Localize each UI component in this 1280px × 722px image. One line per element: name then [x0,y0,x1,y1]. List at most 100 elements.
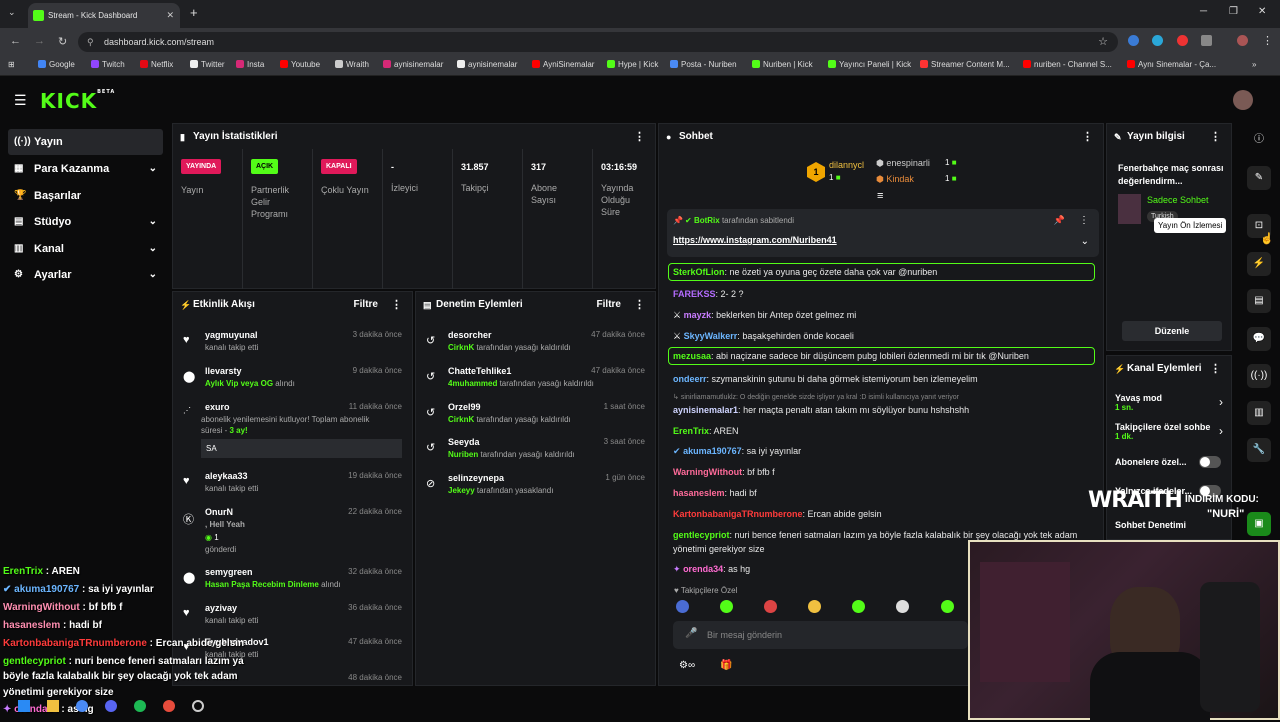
chat-user[interactable]: mayzk [684,310,712,320]
activity-user[interactable]: ayzivay [205,603,237,613]
bookmark[interactable]: Twitch [91,60,125,69]
lightning-icon[interactable]: ⚡ [1247,252,1271,276]
chat-input[interactable]: 🎤 Bir mesaj gönderin [673,621,968,649]
top-gifter-name[interactable]: enespinarli [886,158,930,168]
slow-mode-item[interactable]: Yavaş mod 1 sn. [1115,393,1162,412]
more-options-icon[interactable]: ⋮ [391,292,402,318]
expand-leaderboard-icon[interactable]: ≡ [877,190,883,202]
extension-icon[interactable] [1152,35,1163,46]
tab-list-icon[interactable]: ⌄ [8,7,16,18]
sidebar-item-basarilar[interactable]: 🏆 Başarılar [8,183,163,209]
chat-user[interactable]: ErenTrix [673,426,709,436]
emote-icon[interactable] [941,600,954,613]
moderator-name[interactable]: Nuriben [448,450,478,459]
maximize-icon[interactable]: ❐ [1229,6,1238,17]
extension-icon[interactable] [1128,35,1139,46]
chat-user[interactable]: orenda34 [683,564,723,574]
followers-only-item[interactable]: Takipçilere özel sohbe 1 dk. [1115,422,1210,441]
broadcast-icon[interactable]: ((·)) [1247,364,1271,388]
activity-user[interactable]: llevarsty [205,366,242,376]
activity-user[interactable]: exuro [205,402,230,412]
browser-tab[interactable]: Stream - Kick Dashboard ✕ [28,3,180,28]
chat-moderation-item[interactable]: Sohbet Denetimi [1115,520,1186,530]
more-options-icon[interactable]: ⋮ [1082,124,1093,150]
bookmark[interactable]: Netflix [140,60,173,69]
bookmark[interactable]: aynisinemalar [383,60,443,69]
chat-user[interactable]: KartonbabanigaTRnumberone [673,509,803,519]
chat-user[interactable]: WarningWithout [673,467,742,477]
filter-button[interactable]: Filtre [597,292,621,318]
spotify-icon[interactable] [134,700,146,712]
emote-icon[interactable] [808,600,821,613]
bookmark[interactable]: Hype | Kick [607,60,658,69]
app-icon[interactable] [163,700,175,712]
moderation-user[interactable]: desorcher [448,330,492,340]
apps-grid-icon[interactable]: ⊞ [8,60,15,69]
layout-icon[interactable]: ▥ [1247,401,1271,425]
edit-button[interactable]: Düzenle [1122,321,1222,341]
kick-logo[interactable]: KICKBETA [40,89,115,113]
chat-user[interactable]: hasaneslem [673,488,725,498]
bookmark[interactable]: nuriben - Channel S... [1023,60,1112,69]
bookmark[interactable]: Streamer Content M... [920,60,1010,69]
chat-user[interactable]: ondeerr [673,374,707,384]
sidebar-item-studyo[interactable]: ▤ Stüdyo ⌄ [8,209,163,235]
kick-app-icon[interactable]: ▣ [1247,512,1271,536]
close-window-icon[interactable]: ✕ [1258,6,1266,17]
top-gifter-name[interactable]: Kindak [886,174,914,184]
new-tab-icon[interactable]: + [190,5,198,20]
bookmark[interactable]: Yayıncı Paneli | Kick [828,60,911,69]
emote-icon[interactable] [852,600,865,613]
activity-user[interactable]: semygreen [205,567,253,577]
back-icon[interactable]: ← [10,35,21,47]
profile-avatar[interactable] [1237,35,1248,46]
chat-user[interactable]: gentlecypriot [673,530,730,540]
moderator-name[interactable]: CirknK [448,415,474,424]
more-options-icon[interactable]: ⋮ [1210,356,1221,382]
gift-box-icon[interactable]: 🎁 [720,660,732,671]
top-gifter-name[interactable]: dilannycl [829,160,864,170]
sidebar-item-yayin[interactable]: ((·)) Yayın [8,129,163,155]
pinned-link[interactable]: https://www.instagram.com/Nuriben41 [673,235,837,245]
sidebar-item-kanal[interactable]: ▥ Kanal ⌄ [8,236,163,262]
extensions-puzzle-icon[interactable] [1201,35,1212,46]
bookmark[interactable]: Wraith [335,60,369,69]
pencil-icon[interactable]: ✎ [1247,166,1271,190]
subscribers-only-toggle[interactable] [1199,456,1221,468]
moderator-name[interactable]: 4muhammed [448,379,497,388]
extension-icon[interactable] [1177,35,1188,46]
unpin-icon[interactable]: 📌 [1054,215,1065,226]
chat-user[interactable]: mezusaa [673,351,711,361]
more-options-icon[interactable]: ⋮ [1079,215,1089,226]
bookmark[interactable]: Posta - Nuriben [670,60,737,69]
moderator-name[interactable]: CirknK [448,343,474,352]
emote-icon[interactable] [720,600,733,613]
bookmark[interactable]: Youtube [280,60,320,69]
wrench-icon[interactable]: 🔧 [1247,438,1271,462]
user-avatar[interactable] [1233,90,1253,110]
activity-user[interactable]: aleykaa33 [205,471,248,481]
discord-icon[interactable] [105,700,117,712]
chat-user[interactable]: SterkOfLion [673,267,725,277]
bookmark[interactable]: Twitter [190,60,225,69]
browser-menu-icon[interactable]: ⋮ [1262,34,1273,47]
chat-user[interactable]: FAREKSS [673,289,716,299]
emote-icon[interactable] [676,600,689,613]
bookmark-star-icon[interactable]: ☆ [1098,32,1108,52]
emote-icon[interactable] [896,600,909,613]
reload-icon[interactable]: ↻ [58,35,67,48]
close-tab-icon[interactable]: ✕ [166,3,174,28]
chat-user[interactable]: akuma190767 [683,446,742,456]
chat-settings-icon[interactable]: ⚙∞ [679,660,695,671]
url-field[interactable]: ⚲ dashboard.kick.com/stream ☆ [78,32,1118,52]
moderation-user[interactable]: Orzel99 [448,402,481,412]
more-options-icon[interactable]: ⋮ [634,292,645,318]
site-info-icon[interactable]: ⚲ [87,32,94,52]
chevron-down-icon[interactable]: ⌄ [1081,236,1089,247]
chrome-icon[interactable] [76,700,88,712]
chat-bubble-icon[interactable]: 💬 [1247,327,1271,351]
obs-icon[interactable] [192,700,204,712]
stream-category[interactable]: Sadece Sohbet [1147,195,1209,205]
hamburger-menu-icon[interactable]: ☰ [14,92,27,109]
moderation-user[interactable]: Seeyda [448,437,480,447]
